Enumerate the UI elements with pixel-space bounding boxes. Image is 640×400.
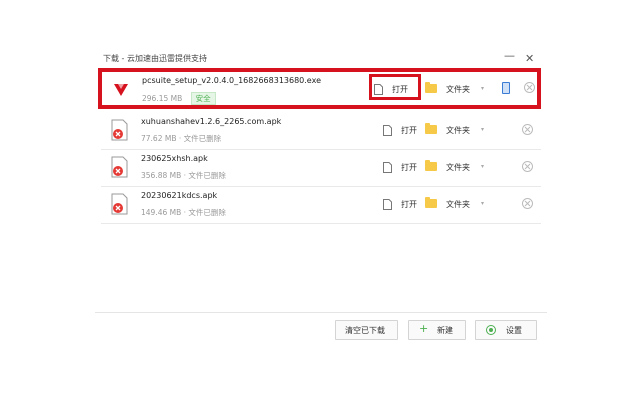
download-item: 230625xhsh.apk 356.88 MB · 文件已删除 打开 文件夹 … <box>101 150 541 187</box>
remove-item-icon[interactable] <box>522 124 533 135</box>
settings-button[interactable]: 设置 <box>475 320 537 340</box>
chevron-down-icon[interactable]: ▾ <box>481 200 484 207</box>
folder-label: 文件夹 <box>446 126 470 135</box>
folder-label: 文件夹 <box>446 163 470 172</box>
folder-icon <box>425 82 437 93</box>
open-label: 打开 <box>401 200 417 209</box>
download-item: 20230621kdcs.apk 149.46 MB · 文件已删除 打开 文件… <box>101 187 541 224</box>
file-name[interactable]: 230625xhsh.apk <box>141 154 208 163</box>
folder-icon <box>425 123 437 134</box>
title-bar: 下载 - 云加速由迅雷提供支持 — ✕ <box>95 50 547 70</box>
open-label: 打开 <box>392 85 408 94</box>
download-item: xuhuanshahev1.2.6_2265.com.apk 77.62 MB … <box>101 113 541 150</box>
open-button[interactable]: 打开 <box>370 82 430 98</box>
file-status: · 文件已删除 <box>183 208 226 217</box>
file-name[interactable]: pcsuite_setup_v2.0.4.0_1682668313680.exe <box>142 76 321 85</box>
remove-item-icon[interactable] <box>524 82 535 93</box>
file-name[interactable]: xuhuanshahev1.2.6_2265.com.apk <box>141 117 281 126</box>
settings-icon <box>486 325 496 335</box>
deleted-file-icon <box>111 156 128 178</box>
file-size: 296.15 MB <box>142 94 183 103</box>
document-icon <box>383 162 392 173</box>
file-size: 149.46 MB <box>141 208 182 217</box>
chevron-down-icon[interactable]: ▾ <box>481 85 484 92</box>
window-title: 下载 - 云加速由迅雷提供支持 <box>103 54 207 63</box>
folder-icon <box>425 160 437 171</box>
close-button[interactable]: ✕ <box>525 53 534 65</box>
phone-icon[interactable] <box>502 82 510 94</box>
clear-label: 清空已下载 <box>345 326 385 335</box>
download-window: 下载 - 云加速由迅雷提供支持 — ✕ pcsuite_setup_v2.0.4… <box>95 50 547 350</box>
deleted-file-icon <box>111 193 128 215</box>
document-icon <box>383 125 392 136</box>
remove-item-icon[interactable] <box>522 198 533 209</box>
new-label: 新建 <box>437 326 453 335</box>
remove-item-icon[interactable] <box>522 161 533 172</box>
file-meta: 356.88 MB · 文件已删除 <box>141 170 226 181</box>
folder-button[interactable]: 文件夹 ▾ <box>425 197 505 213</box>
open-label: 打开 <box>401 126 417 135</box>
file-status: · 文件已删除 <box>178 134 222 143</box>
download-item: pcsuite_setup_v2.0.4.0_1682668313680.exe… <box>98 68 541 109</box>
open-label: 打开 <box>401 163 417 172</box>
folder-button[interactable]: 文件夹 ▾ <box>425 160 505 176</box>
file-meta: 149.46 MB · 文件已删除 <box>141 207 226 218</box>
folder-button[interactable]: 文件夹 ▾ <box>425 82 505 98</box>
file-status: · 文件已删除 <box>183 171 226 180</box>
document-icon <box>374 84 383 95</box>
new-download-button[interactable]: + 新建 <box>408 320 466 340</box>
settings-label: 设置 <box>506 326 522 335</box>
file-size: 77.62 MB <box>141 134 177 143</box>
folder-label: 文件夹 <box>446 85 470 94</box>
folder-label: 文件夹 <box>446 200 470 209</box>
safe-badge: 安全 <box>190 92 216 105</box>
file-name[interactable]: 20230621kdcs.apk <box>141 191 217 200</box>
file-meta: 77.62 MB · 文件已删除 <box>141 133 221 144</box>
chevron-down-icon[interactable]: ▾ <box>481 126 484 133</box>
folder-icon <box>425 197 437 208</box>
footer-divider <box>95 312 547 313</box>
plus-icon: + <box>419 322 429 335</box>
file-meta: 296.15 MB 安全 <box>142 92 216 105</box>
file-size: 356.88 MB <box>141 171 182 180</box>
document-icon <box>383 199 392 210</box>
folder-button[interactable]: 文件夹 ▾ <box>425 123 505 139</box>
app-logo-icon <box>114 84 128 96</box>
minimize-button[interactable]: — <box>504 50 515 62</box>
chevron-down-icon[interactable]: ▾ <box>481 163 484 170</box>
clear-downloaded-button[interactable]: 清空已下载 <box>335 320 398 340</box>
deleted-file-icon <box>111 119 128 141</box>
